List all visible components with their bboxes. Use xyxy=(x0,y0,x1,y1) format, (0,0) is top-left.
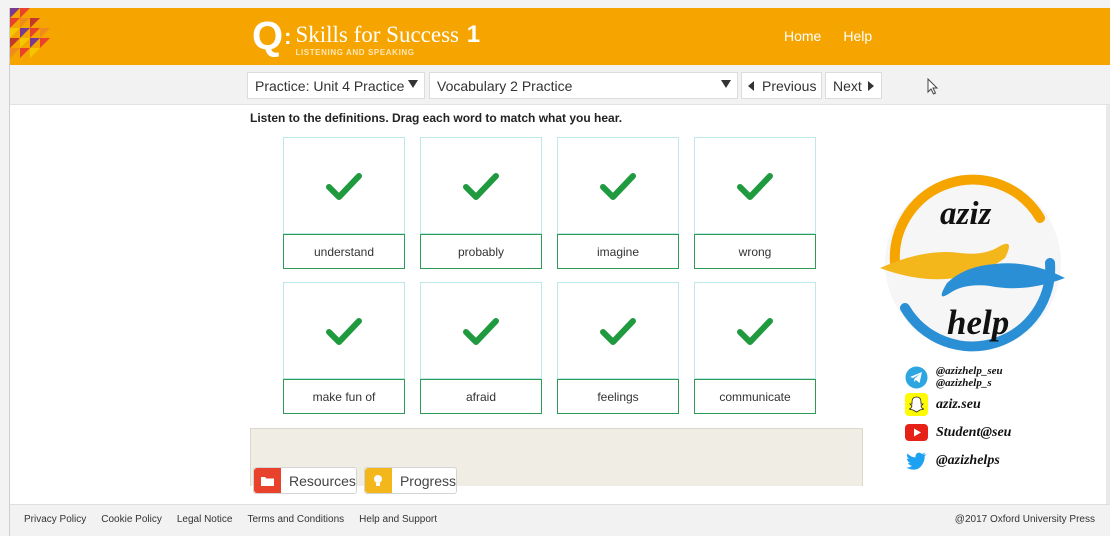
checkmark-icon xyxy=(600,318,636,345)
word-tile[interactable]: afraid xyxy=(420,379,542,414)
unit-select-value: Practice: Unit 4 Practice xyxy=(255,77,405,94)
drop-zone[interactable] xyxy=(283,282,405,379)
footer-links: Privacy Policy Cookie Policy Legal Notic… xyxy=(24,514,437,525)
privacy-policy-link[interactable]: Privacy Policy xyxy=(24,514,86,525)
drop-zone[interactable] xyxy=(557,137,679,234)
checkmark-icon xyxy=(463,173,499,200)
brand-title-text: Skills for Success xyxy=(295,22,460,47)
top-nav: Home Help xyxy=(784,28,872,44)
caret-left-icon xyxy=(748,80,754,91)
word-tile[interactable]: imagine xyxy=(557,234,679,269)
progress-button[interactable]: Progress xyxy=(364,467,457,494)
twitter-handle-text: @azizhelps xyxy=(936,452,1000,468)
next-label: Next xyxy=(833,77,862,94)
chevron-down-icon xyxy=(408,80,418,88)
drop-zone[interactable] xyxy=(694,137,816,234)
checkmark-icon xyxy=(463,318,499,345)
word-tile[interactable]: probably xyxy=(420,234,542,269)
telegram-icon xyxy=(905,366,928,388)
drop-zone[interactable] xyxy=(694,282,816,379)
telegram-handle: @azizhelp_seu @azizhelp_s xyxy=(905,365,1003,389)
checkmark-icon xyxy=(600,173,636,200)
match-card: understand xyxy=(283,137,405,269)
word-tile[interactable]: communicate xyxy=(694,379,816,414)
previous-label: Previous xyxy=(762,77,817,94)
checkmark-icon xyxy=(737,173,773,200)
browser-window: Q : Skills for Success 1 LISTENING AND S… xyxy=(9,8,1110,536)
match-card: wrong xyxy=(694,137,816,269)
drop-zone[interactable] xyxy=(420,282,542,379)
cookie-policy-link[interactable]: Cookie Policy xyxy=(101,514,162,525)
brand-level: 1 xyxy=(466,21,481,48)
activity-instruction: Listen to the definitions. Drag each wor… xyxy=(250,111,623,125)
checkmark-icon xyxy=(737,318,773,345)
home-link[interactable]: Home xyxy=(784,28,821,44)
drop-zone[interactable] xyxy=(283,137,405,234)
word-tile[interactable]: make fun of xyxy=(283,379,405,414)
vertical-scrollbar[interactable] xyxy=(1106,105,1110,504)
resources-button[interactable]: Resources xyxy=(253,467,357,494)
telegram-handle-1: @azizhelp_seu xyxy=(936,365,1003,377)
page-footer: Privacy Policy Cookie Policy Legal Notic… xyxy=(10,504,1110,536)
drop-zone[interactable] xyxy=(420,137,542,234)
help-link[interactable]: Help xyxy=(843,28,872,44)
activity-select-value: Vocabulary 2 Practice xyxy=(437,77,573,94)
checkmark-icon xyxy=(326,173,362,200)
next-button[interactable]: Next xyxy=(825,72,882,99)
brand-subtitle: LISTENING AND SPEAKING xyxy=(295,48,415,57)
match-card: afraid xyxy=(420,282,542,414)
telegram-handle-2: @azizhelp_s xyxy=(936,377,992,389)
practice-toolbar: Practice: Unit 4 Practice Vocabulary 2 P… xyxy=(10,65,1110,105)
match-card: communicate xyxy=(694,282,816,414)
unit-select[interactable]: Practice: Unit 4 Practice xyxy=(247,72,425,99)
match-card: imagine xyxy=(557,137,679,269)
chevron-down-icon xyxy=(721,80,731,88)
activity-select[interactable]: Vocabulary 2 Practice xyxy=(429,72,738,99)
match-card: probably xyxy=(420,137,542,269)
drop-zone[interactable] xyxy=(557,282,679,379)
checkmark-icon xyxy=(326,318,362,345)
brand-q-mark: Q xyxy=(252,14,284,58)
progress-label: Progress xyxy=(399,472,456,489)
brand-colon: : xyxy=(284,24,292,49)
app-header: Q : Skills for Success 1 LISTENING AND S… xyxy=(10,8,1110,65)
match-card: make fun of xyxy=(283,282,405,414)
snapchat-handle-text: aziz.seu xyxy=(936,396,981,412)
brand-logo: Q : Skills for Success 1 LISTENING AND S… xyxy=(252,14,480,60)
word-tile[interactable]: wrong xyxy=(694,234,816,269)
trophy-icon xyxy=(365,468,392,493)
watermark-word-aziz: aziz xyxy=(940,196,992,232)
oxford-pattern-logo xyxy=(10,8,52,65)
aziz-help-watermark: aziz help @azizhelp_seu @azizhelp_s aziz… xyxy=(865,168,1080,478)
copyright-text: @2017 Oxford University Press xyxy=(954,514,1095,525)
folder-icon xyxy=(254,468,281,493)
brand-title: Skills for Success 1 xyxy=(295,21,481,48)
caret-right-icon xyxy=(867,80,874,91)
youtube-handle: Student@seu xyxy=(905,421,1011,444)
youtube-icon xyxy=(905,424,928,441)
watermark-word-help: help xyxy=(947,303,1010,342)
twitter-handle: @azizhelps xyxy=(905,449,1000,472)
snapchat-handle: aziz.seu xyxy=(905,393,981,416)
word-tile[interactable]: feelings xyxy=(557,379,679,414)
legal-notice-link[interactable]: Legal Notice xyxy=(177,514,233,525)
previous-button[interactable]: Previous xyxy=(741,72,822,99)
twitter-bird-icon xyxy=(906,452,926,470)
terms-link[interactable]: Terms and Conditions xyxy=(247,514,344,525)
resources-label: Resources xyxy=(289,472,356,489)
mouse-cursor-icon xyxy=(927,78,939,95)
help-support-link[interactable]: Help and Support xyxy=(359,514,437,525)
youtube-handle-text: Student@seu xyxy=(936,424,1012,440)
word-tile[interactable]: understand xyxy=(283,234,405,269)
snapchat-icon xyxy=(905,393,928,416)
match-card: feelings xyxy=(557,282,679,414)
